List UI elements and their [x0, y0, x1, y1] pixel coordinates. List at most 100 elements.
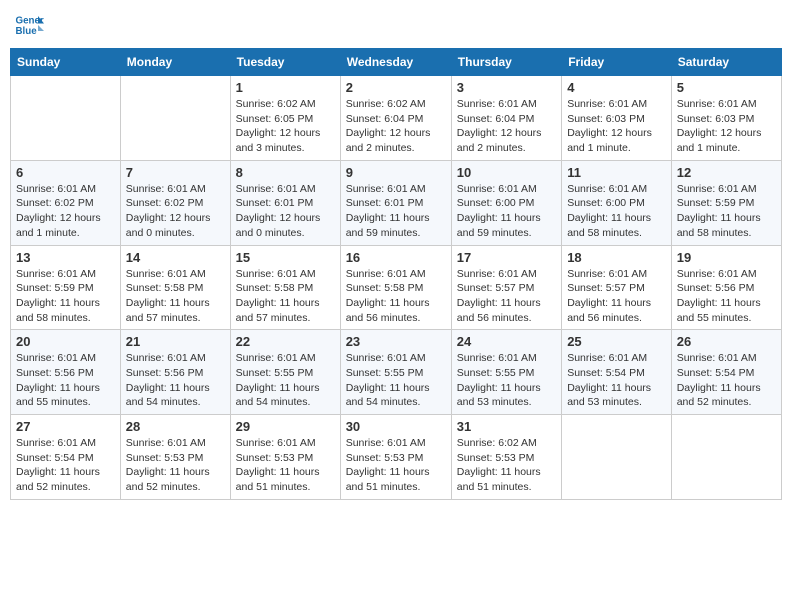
weekday-tuesday: Tuesday	[230, 49, 340, 76]
week-row-1: 1 Sunrise: 6:02 AM Sunset: 6:05 PM Daylig…	[11, 76, 782, 161]
calendar-cell: 16 Sunrise: 6:01 AM Sunset: 5:58 PM Dayli…	[340, 245, 451, 330]
calendar-cell: 21 Sunrise: 6:01 AM Sunset: 5:56 PM Dayli…	[120, 330, 230, 415]
day-number: 1	[236, 80, 335, 95]
weekday-thursday: Thursday	[451, 49, 561, 76]
day-info: Sunrise: 6:02 AM Sunset: 5:53 PM Dayligh…	[457, 436, 556, 495]
weekday-wednesday: Wednesday	[340, 49, 451, 76]
day-info: Sunrise: 6:01 AM Sunset: 5:56 PM Dayligh…	[126, 351, 225, 410]
day-info: Sunrise: 6:01 AM Sunset: 5:53 PM Dayligh…	[126, 436, 225, 495]
calendar-cell: 13 Sunrise: 6:01 AM Sunset: 5:59 PM Dayli…	[11, 245, 121, 330]
day-info: Sunrise: 6:01 AM Sunset: 6:03 PM Dayligh…	[567, 97, 666, 156]
day-info: Sunrise: 6:01 AM Sunset: 5:58 PM Dayligh…	[126, 267, 225, 326]
calendar-cell	[562, 415, 672, 500]
day-number: 23	[346, 334, 446, 349]
day-number: 24	[457, 334, 556, 349]
calendar-cell: 18 Sunrise: 6:01 AM Sunset: 5:57 PM Dayli…	[562, 245, 672, 330]
day-info: Sunrise: 6:01 AM Sunset: 5:55 PM Dayligh…	[457, 351, 556, 410]
day-info: Sunrise: 6:01 AM Sunset: 6:02 PM Dayligh…	[16, 182, 115, 241]
day-info: Sunrise: 6:01 AM Sunset: 5:56 PM Dayligh…	[16, 351, 115, 410]
day-number: 5	[677, 80, 776, 95]
day-number: 10	[457, 165, 556, 180]
day-number: 28	[126, 419, 225, 434]
day-number: 9	[346, 165, 446, 180]
calendar-table: SundayMondayTuesdayWednesdayThursdayFrid…	[10, 48, 782, 500]
day-info: Sunrise: 6:01 AM Sunset: 6:01 PM Dayligh…	[346, 182, 446, 241]
day-number: 2	[346, 80, 446, 95]
calendar-cell: 10 Sunrise: 6:01 AM Sunset: 6:00 PM Dayli…	[451, 160, 561, 245]
week-row-3: 13 Sunrise: 6:01 AM Sunset: 5:59 PM Dayli…	[11, 245, 782, 330]
calendar-cell	[671, 415, 781, 500]
calendar-cell: 11 Sunrise: 6:01 AM Sunset: 6:00 PM Dayli…	[562, 160, 672, 245]
day-number: 18	[567, 250, 666, 265]
logo: General Blue	[14, 10, 44, 40]
calendar-cell: 26 Sunrise: 6:01 AM Sunset: 5:54 PM Dayli…	[671, 330, 781, 415]
day-info: Sunrise: 6:01 AM Sunset: 5:57 PM Dayligh…	[567, 267, 666, 326]
day-info: Sunrise: 6:01 AM Sunset: 6:02 PM Dayligh…	[126, 182, 225, 241]
day-info: Sunrise: 6:01 AM Sunset: 5:59 PM Dayligh…	[16, 267, 115, 326]
calendar-cell: 17 Sunrise: 6:01 AM Sunset: 5:57 PM Dayli…	[451, 245, 561, 330]
day-number: 21	[126, 334, 225, 349]
calendar-cell: 25Sunrise: 6:01 AM Sunset: 5:54 PM Dayli…	[562, 330, 672, 415]
day-number: 8	[236, 165, 335, 180]
calendar-cell: 1 Sunrise: 6:02 AM Sunset: 6:05 PM Daylig…	[230, 76, 340, 161]
day-info: Sunrise: 6:01 AM Sunset: 5:54 PM Dayligh…	[677, 351, 776, 410]
calendar-cell: 3Sunrise: 6:01 AM Sunset: 6:04 PM Daylig…	[451, 76, 561, 161]
weekday-sunday: Sunday	[11, 49, 121, 76]
day-info: Sunrise: 6:01 AM Sunset: 5:56 PM Dayligh…	[677, 267, 776, 326]
day-number: 7	[126, 165, 225, 180]
weekday-header-row: SundayMondayTuesdayWednesdayThursdayFrid…	[11, 49, 782, 76]
day-info: Sunrise: 6:01 AM Sunset: 5:59 PM Dayligh…	[677, 182, 776, 241]
day-info: Sunrise: 6:02 AM Sunset: 6:05 PM Dayligh…	[236, 97, 335, 156]
day-info: Sunrise: 6:01 AM Sunset: 5:55 PM Dayligh…	[346, 351, 446, 410]
day-info: Sunrise: 6:01 AM Sunset: 5:57 PM Dayligh…	[457, 267, 556, 326]
day-number: 30	[346, 419, 446, 434]
calendar-cell: 22 Sunrise: 6:01 AM Sunset: 5:55 PM Dayli…	[230, 330, 340, 415]
day-number: 4	[567, 80, 666, 95]
day-number: 20	[16, 334, 115, 349]
calendar-cell: 24 Sunrise: 6:01 AM Sunset: 5:55 PM Dayli…	[451, 330, 561, 415]
day-info: Sunrise: 6:01 AM Sunset: 5:55 PM Dayligh…	[236, 351, 335, 410]
weekday-friday: Friday	[562, 49, 672, 76]
day-number: 19	[677, 250, 776, 265]
day-number: 6	[16, 165, 115, 180]
day-info: Sunrise: 6:01 AM Sunset: 5:53 PM Dayligh…	[346, 436, 446, 495]
week-row-5: 27Sunrise: 6:01 AM Sunset: 5:54 PM Dayli…	[11, 415, 782, 500]
day-number: 27	[16, 419, 115, 434]
weekday-monday: Monday	[120, 49, 230, 76]
day-number: 14	[126, 250, 225, 265]
day-number: 25	[567, 334, 666, 349]
day-number: 22	[236, 334, 335, 349]
day-number: 16	[346, 250, 446, 265]
day-info: Sunrise: 6:01 AM Sunset: 5:58 PM Dayligh…	[236, 267, 335, 326]
calendar-cell: 4 Sunrise: 6:01 AM Sunset: 6:03 PM Daylig…	[562, 76, 672, 161]
day-number: 12	[677, 165, 776, 180]
day-info: Sunrise: 6:01 AM Sunset: 5:58 PM Dayligh…	[346, 267, 446, 326]
day-info: Sunrise: 6:01 AM Sunset: 6:03 PM Dayligh…	[677, 97, 776, 156]
calendar-cell: 23 Sunrise: 6:01 AM Sunset: 5:55 PM Dayli…	[340, 330, 451, 415]
day-number: 17	[457, 250, 556, 265]
day-info: Sunrise: 6:01 AM Sunset: 5:53 PM Dayligh…	[236, 436, 335, 495]
day-number: 11	[567, 165, 666, 180]
day-number: 26	[677, 334, 776, 349]
calendar-body: 1 Sunrise: 6:02 AM Sunset: 6:05 PM Daylig…	[11, 76, 782, 500]
day-info: Sunrise: 6:01 AM Sunset: 6:00 PM Dayligh…	[567, 182, 666, 241]
day-info: Sunrise: 6:02 AM Sunset: 6:04 PM Dayligh…	[346, 97, 446, 156]
calendar-cell: 9 Sunrise: 6:01 AM Sunset: 6:01 PM Daylig…	[340, 160, 451, 245]
week-row-4: 20 Sunrise: 6:01 AM Sunset: 5:56 PM Dayli…	[11, 330, 782, 415]
day-info: Sunrise: 6:01 AM Sunset: 6:00 PM Dayligh…	[457, 182, 556, 241]
day-number: 3	[457, 80, 556, 95]
calendar-cell: 29Sunrise: 6:01 AM Sunset: 5:53 PM Dayli…	[230, 415, 340, 500]
calendar-cell: 12 Sunrise: 6:01 AM Sunset: 5:59 PM Dayli…	[671, 160, 781, 245]
calendar-cell: 5 Sunrise: 6:01 AM Sunset: 6:03 PM Daylig…	[671, 76, 781, 161]
calendar-cell: 19 Sunrise: 6:01 AM Sunset: 5:56 PM Dayli…	[671, 245, 781, 330]
day-number: 31	[457, 419, 556, 434]
day-number: 13	[16, 250, 115, 265]
weekday-saturday: Saturday	[671, 49, 781, 76]
calendar-cell: 6 Sunrise: 6:01 AM Sunset: 6:02 PM Daylig…	[11, 160, 121, 245]
calendar-cell	[120, 76, 230, 161]
calendar-cell: 20 Sunrise: 6:01 AM Sunset: 5:56 PM Dayli…	[11, 330, 121, 415]
calendar-cell: 27Sunrise: 6:01 AM Sunset: 5:54 PM Dayli…	[11, 415, 121, 500]
logo-icon: General Blue	[14, 10, 44, 40]
day-info: Sunrise: 6:01 AM Sunset: 6:01 PM Dayligh…	[236, 182, 335, 241]
calendar-cell	[11, 76, 121, 161]
